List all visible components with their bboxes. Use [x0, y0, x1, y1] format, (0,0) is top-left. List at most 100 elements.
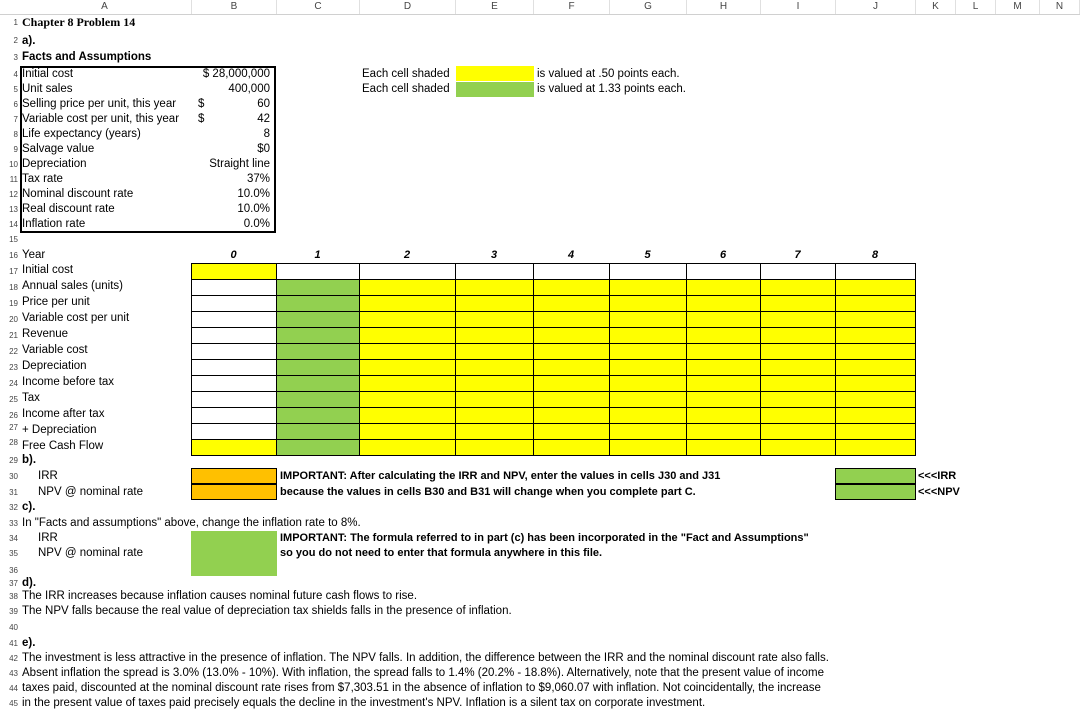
grid-cell[interactable]	[835, 407, 916, 424]
grid-cell[interactable]	[191, 423, 277, 440]
grid-cell[interactable]	[359, 343, 456, 360]
part-c-answer-cell[interactable]	[191, 531, 277, 576]
grid-cell[interactable]	[760, 311, 836, 328]
column-header-h[interactable]: H	[687, 0, 761, 14]
grid-cell[interactable]	[455, 407, 534, 424]
row-number[interactable]: 42	[0, 651, 18, 666]
grid-cell[interactable]	[533, 311, 610, 328]
grid-cell[interactable]	[191, 407, 277, 424]
row-number[interactable]: 1	[0, 15, 18, 30]
column-header-m[interactable]: M	[996, 0, 1040, 14]
grid-cell[interactable]	[359, 263, 456, 280]
column-header-b[interactable]: B	[192, 0, 277, 14]
row-number[interactable]: 34	[0, 531, 18, 546]
grid-cell[interactable]	[609, 295, 687, 312]
row-number[interactable]: 29	[0, 453, 18, 468]
fact-value[interactable]: 10.0%	[190, 202, 270, 217]
grid-cell[interactable]	[533, 359, 610, 376]
row-number[interactable]: 12	[0, 187, 18, 202]
grid-cell[interactable]	[686, 263, 761, 280]
column-header-a[interactable]: A	[18, 0, 192, 14]
row-number[interactable]: 35	[0, 546, 18, 561]
grid-cell[interactable]	[359, 407, 456, 424]
grid-cell[interactable]	[191, 279, 277, 296]
grid-cell[interactable]	[359, 359, 456, 376]
row-number[interactable]: 41	[0, 636, 18, 651]
column-header-c[interactable]: C	[277, 0, 360, 14]
row-number[interactable]: 16	[0, 248, 18, 263]
grid-cell[interactable]	[276, 423, 360, 440]
grid-cell[interactable]	[359, 279, 456, 296]
row-number[interactable]: 43	[0, 666, 18, 681]
grid-cell[interactable]	[760, 327, 836, 344]
fact-value[interactable]: $0	[190, 142, 270, 157]
grid-cell[interactable]	[609, 375, 687, 392]
grid-cell[interactable]	[686, 407, 761, 424]
grid-cell[interactable]	[760, 391, 836, 408]
irr-cell-b30[interactable]	[191, 468, 277, 484]
column-header-g[interactable]: G	[610, 0, 687, 14]
row-number[interactable]: 4	[0, 67, 18, 82]
grid-cell[interactable]	[533, 375, 610, 392]
grid-cell[interactable]	[276, 359, 360, 376]
grid-cell[interactable]	[359, 439, 456, 456]
fact-value[interactable]: 10.0%	[190, 187, 270, 202]
grid-cell[interactable]	[686, 391, 761, 408]
grid-cell[interactable]	[533, 391, 610, 408]
grid-cell[interactable]	[276, 375, 360, 392]
grid-cell[interactable]	[533, 343, 610, 360]
grid-cell[interactable]	[276, 311, 360, 328]
row-number[interactable]: 19	[0, 296, 18, 311]
grid-cell[interactable]	[455, 295, 534, 312]
grid-cell[interactable]	[276, 343, 360, 360]
grid-cell[interactable]	[533, 327, 610, 344]
grid-cell[interactable]	[760, 359, 836, 376]
grid-cell[interactable]	[835, 343, 916, 360]
grid-cell[interactable]	[455, 359, 534, 376]
row-number[interactable]: 23	[0, 360, 18, 375]
row-number[interactable]: 15	[0, 232, 18, 247]
grid-cell[interactable]	[835, 359, 916, 376]
grid-cell[interactable]	[760, 263, 836, 280]
grid-cell[interactable]	[686, 423, 761, 440]
grid-cell[interactable]	[455, 311, 534, 328]
npv-cell-b31[interactable]	[191, 484, 277, 500]
grid-cell[interactable]	[359, 423, 456, 440]
grid-cell[interactable]	[686, 343, 761, 360]
column-header-f[interactable]: F	[534, 0, 610, 14]
grid-cell[interactable]	[533, 423, 610, 440]
row-number[interactable]: 38	[0, 589, 18, 604]
grid-cell[interactable]	[455, 343, 534, 360]
row-number[interactable]: 10	[0, 157, 18, 172]
row-number[interactable]: 11	[0, 172, 18, 187]
grid-cell[interactable]	[609, 343, 687, 360]
grid-cell[interactable]	[276, 263, 360, 280]
grid-cell[interactable]	[359, 311, 456, 328]
row-number[interactable]: 13	[0, 202, 18, 217]
grid-cell[interactable]	[686, 279, 761, 296]
grid-cell[interactable]	[760, 407, 836, 424]
grid-cell[interactable]	[609, 279, 687, 296]
row-number[interactable]: 33	[0, 516, 18, 531]
grid-cell[interactable]	[609, 263, 687, 280]
grid-cell[interactable]	[686, 359, 761, 376]
row-number[interactable]: 17	[0, 264, 18, 279]
grid-cell[interactable]	[760, 343, 836, 360]
row-number[interactable]: 14	[0, 217, 18, 232]
grid-cell[interactable]	[533, 295, 610, 312]
grid-cell[interactable]	[609, 407, 687, 424]
column-header-e[interactable]: E	[456, 0, 534, 14]
column-header-i[interactable]: I	[761, 0, 836, 14]
grid-cell[interactable]	[455, 263, 534, 280]
fact-value[interactable]: $ 28,000,000	[190, 67, 270, 82]
row-number[interactable]: 45	[0, 696, 18, 711]
row-number[interactable]: 27	[0, 420, 18, 435]
grid-cell[interactable]	[455, 375, 534, 392]
column-header-l[interactable]: L	[956, 0, 996, 14]
row-number[interactable]: 21	[0, 328, 18, 343]
fact-value[interactable]: 0.0%	[190, 217, 270, 232]
grid-cell[interactable]	[760, 279, 836, 296]
grid-cell[interactable]	[835, 423, 916, 440]
grid-cell[interactable]	[359, 391, 456, 408]
row-number[interactable]: 28	[0, 435, 18, 450]
